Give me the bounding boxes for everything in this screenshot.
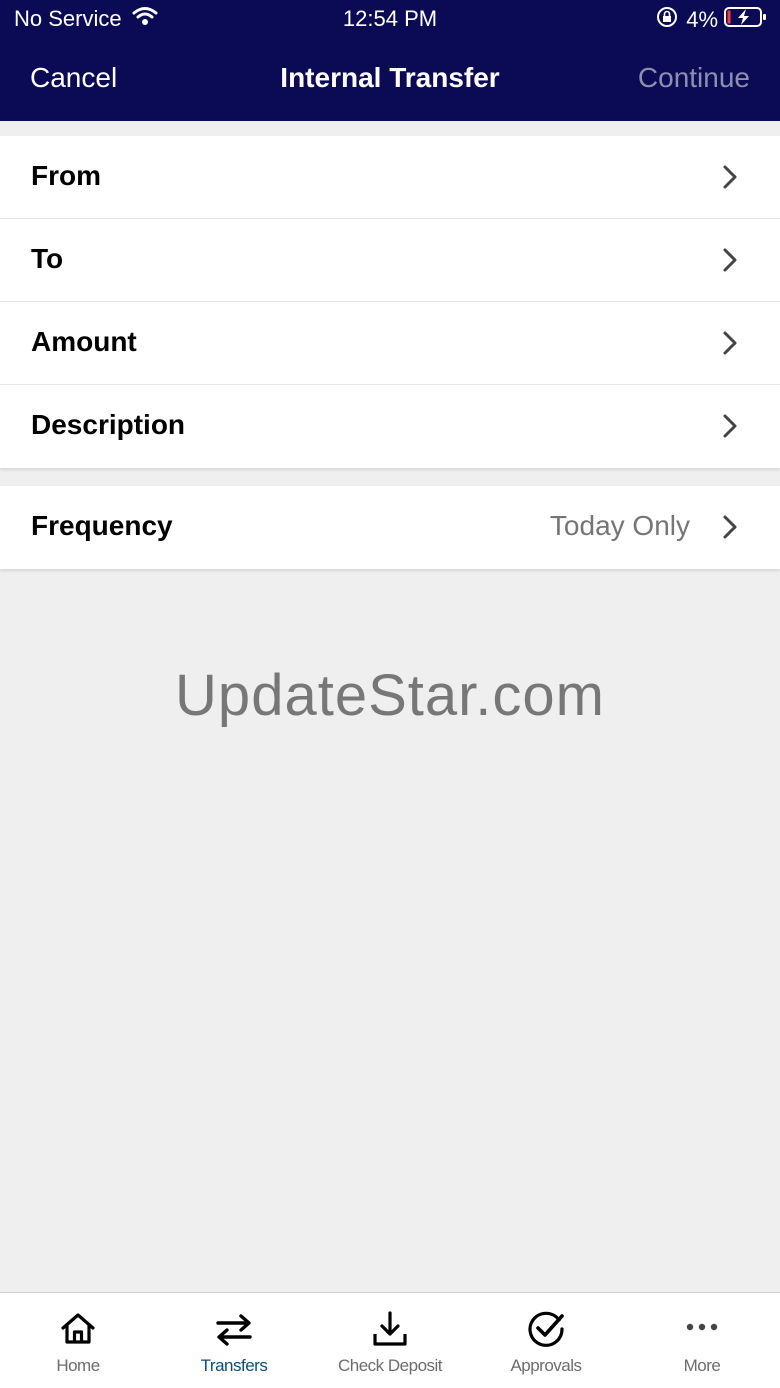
chevron-right-icon — [723, 515, 737, 539]
chevron-right-icon — [723, 248, 737, 272]
tab-label: Transfers — [200, 1356, 268, 1375]
row-label: Description — [31, 409, 186, 440]
row-label: Frequency — [31, 510, 173, 541]
battery-percent: 4% — [686, 7, 718, 32]
transfer-form-group: From To Amount Description — [0, 136, 780, 468]
frequency-value: Today Only — [549, 510, 690, 541]
tab-more[interactable]: More — [624, 1293, 780, 1388]
tab-check-deposit[interactable]: Check Deposit — [312, 1293, 468, 1388]
chevron-right-icon — [723, 331, 737, 355]
watermark-text: UpdateStar.com — [175, 663, 605, 728]
tab-home[interactable]: Home — [0, 1293, 156, 1388]
status-right: 4% — [656, 6, 768, 34]
download-tray-icon — [373, 1311, 407, 1346]
nav-bar: Cancel Internal Transfer Continue — [0, 50, 780, 110]
tab-label: Check Deposit — [337, 1356, 443, 1375]
row-amount[interactable]: Amount — [0, 302, 780, 385]
tab-approvals[interactable]: Approvals — [468, 1293, 624, 1388]
row-label: Amount — [31, 326, 137, 357]
header: No Service 12:54 PM 4% Cancel Internal T… — [0, 0, 780, 121]
more-dots-icon — [686, 1323, 718, 1331]
battery-charging-icon — [724, 6, 768, 34]
row-description[interactable]: Description — [0, 385, 780, 468]
row-to[interactable]: To — [0, 219, 780, 302]
row-from[interactable]: From — [0, 136, 780, 219]
chevron-right-icon — [723, 165, 737, 189]
orientation-lock-icon — [656, 6, 678, 34]
row-frequency[interactable]: Frequency Today Only — [0, 486, 780, 569]
home-icon — [61, 1313, 95, 1344]
tab-transfers[interactable]: Transfers — [156, 1293, 312, 1388]
tab-label: Home — [56, 1356, 100, 1375]
tab-label: More — [683, 1356, 721, 1375]
tab-label: Approvals — [510, 1356, 582, 1375]
chevron-right-icon — [723, 414, 737, 438]
tab-bar: Home Transfers Check Deposit Approvals M… — [0, 1292, 780, 1388]
cancel-button[interactable]: Cancel — [30, 62, 117, 94]
continue-button[interactable]: Continue — [638, 62, 750, 94]
row-label: From — [31, 160, 101, 191]
check-circle-icon — [528, 1311, 564, 1347]
row-label: To — [31, 243, 64, 274]
frequency-group: Frequency Today Only — [0, 486, 780, 569]
transfer-arrows-icon — [216, 1314, 252, 1346]
status-bar: No Service 12:54 PM 4% — [0, 0, 780, 40]
